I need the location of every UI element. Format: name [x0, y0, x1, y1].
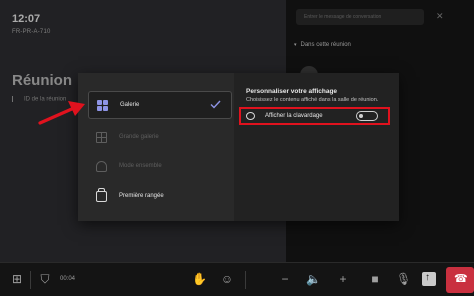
- microphone-icon[interactable]: 🎙: [396, 272, 411, 286]
- view-option-large-gallery[interactable]: Grande galerie: [88, 123, 232, 151]
- chat-bubble-icon: [246, 112, 255, 120]
- customize-description: Choisissez le contenu affiché dans la sa…: [246, 97, 379, 103]
- customize-panel: Personnaliser votre affichage Choisissez…: [234, 73, 399, 221]
- divider: [245, 271, 246, 289]
- shield-icon[interactable]: ⛉: [38, 272, 52, 286]
- chat-search-input[interactable]: Entrer le message de conversation: [296, 9, 424, 25]
- raise-hand-icon[interactable]: ✋: [192, 272, 207, 286]
- customize-title: Personnaliser votre affichage: [246, 88, 338, 95]
- view-option-label: Première rangée: [119, 193, 164, 199]
- in-meeting-section[interactable]: ▾ Dans cette réunion: [294, 42, 351, 48]
- call-timer: 00:04: [60, 276, 76, 282]
- volume-down-icon[interactable]: −: [278, 272, 292, 286]
- show-chat-row[interactable]: Afficher la clavardage: [239, 107, 390, 125]
- view-option-label: Galerie: [120, 102, 140, 108]
- hang-up-button[interactable]: [446, 267, 474, 293]
- close-icon[interactable]: ✕: [436, 11, 444, 22]
- clock: 12:07: [12, 13, 41, 25]
- in-meeting-label: Dans cette réunion: [300, 42, 351, 48]
- toggle-knob: [359, 114, 363, 118]
- show-chat-label: Afficher la clavardage: [265, 113, 323, 119]
- red-arrow-annotation: [38, 101, 85, 125]
- reactions-icon[interactable]: ☺: [220, 272, 234, 286]
- chevron-down-icon: ▾: [294, 42, 297, 48]
- show-chat-toggle[interactable]: [356, 111, 378, 121]
- front-row-icon: [96, 187, 107, 202]
- view-options-dialog: Galerie Grande galerie Mode ensemble Pre…: [78, 73, 399, 221]
- camera-icon[interactable]: ■: [368, 272, 382, 286]
- together-mode-icon: [96, 160, 107, 172]
- apps-icon[interactable]: ⊞: [10, 272, 24, 286]
- meeting-controls-bar: ⊞ ⛉ 00:04 ✋ ☺ − 🔈 + ■ 🎙: [0, 262, 474, 296]
- view-option-together-mode[interactable]: Mode ensemble: [88, 152, 232, 180]
- checkmark-icon: [210, 100, 221, 109]
- large-gallery-icon: [96, 131, 107, 143]
- meeting-title: Réunion av: [12, 72, 76, 89]
- view-option-label: Mode ensemble: [119, 163, 162, 169]
- view-option-label: Grande galerie: [119, 134, 159, 140]
- share-screen-button[interactable]: [422, 272, 436, 286]
- divider: [30, 271, 31, 289]
- info-icon: [12, 96, 16, 102]
- meeting-code: FR-PR-A-710: [12, 29, 51, 35]
- speaker-icon[interactable]: 🔈: [306, 272, 321, 286]
- view-option-front-row[interactable]: Première rangée: [88, 182, 232, 210]
- gallery-grid-icon: [97, 99, 108, 111]
- volume-up-icon[interactable]: +: [336, 272, 350, 286]
- view-option-gallery[interactable]: Galerie: [88, 91, 232, 119]
